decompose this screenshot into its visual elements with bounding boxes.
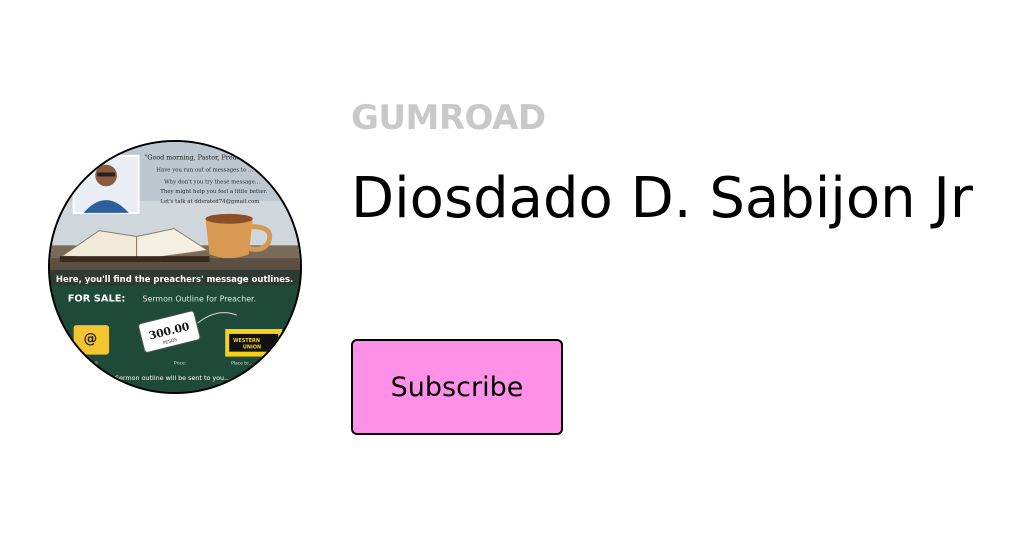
creator-avatar: "Good morning, Pastor, Preacher! Have yo… [48,140,302,394]
avatar-banner-text: Here, you'll find the preachers' message… [56,274,293,284]
avatar-cup [205,218,253,259]
avatar-price-caption: Price: [174,360,186,366]
gumroad-logo[interactable]: GUMROAD [351,100,546,136]
avatar-greeting-1: "Good morning, Pastor, Preacher! [144,154,253,162]
avatar-email-caption: Email [85,360,97,366]
avatar-wu-label-1: WESTERN [233,338,260,344]
gumroad-logo-text: GUMROAD [351,98,546,138]
avatar-footer-text: Sermon outline will be sent to you... [115,374,230,382]
email-at-glyph: @ [83,331,97,347]
avatar-greeting-2: Have you run out of messages to ... [156,168,253,174]
avatar-book-cover [59,256,210,263]
avatar-for-sale-text: Sermon Outline for Preacher. [143,294,257,303]
avatar-greeting-4: They might help you feel a little better… [160,189,267,195]
avatar-greeting-5: Let's talk at ddsrated74@gmail.com [160,198,259,205]
avatar-wu-caption: Place to... [231,360,253,366]
avatar-for-sale-label: FOR SALE: [68,293,126,304]
avatar-image: "Good morning, Pastor, Preacher! Have yo… [50,142,300,392]
subscribe-button[interactable]: Subscribe [351,339,563,435]
avatar-glasses [97,172,115,177]
creator-name: Diosdado D. Sabijon Jr [351,166,973,231]
avatar-wu-label-2: UNION [243,345,261,351]
avatar-greeting-3: Why don't you try these message... [164,179,260,185]
avatar-coffee [205,213,253,224]
